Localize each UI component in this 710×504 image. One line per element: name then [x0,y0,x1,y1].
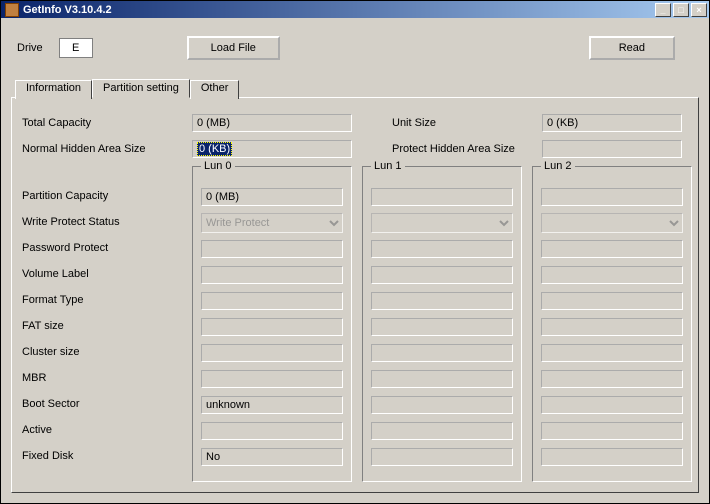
tabstrip: Information Partition setting Other [11,78,699,97]
protect-hidden-label: Protect Hidden Area Size [392,143,542,155]
group-lun1 [362,166,522,482]
tab-partition-setting[interactable]: Partition setting [92,79,190,98]
lun0-partition-capacity: 0 (MB) [201,188,343,206]
group-lun0: 0 (MB) Write Protect unknown No [192,166,352,482]
lun1-cluster-size [371,344,513,362]
drive-input[interactable]: E [59,38,93,58]
normal-hidden-value[interactable]: 0 (KB) [192,140,352,158]
label-active: Active [22,418,192,442]
titlebar: GetInfo V3.10.4.2 _ □ × [1,1,709,18]
tab-panel-partition: Total Capacity 0 (MB) Unit Size 0 (KB) N… [11,97,699,493]
lun1-boot-sector [371,396,513,414]
close-button[interactable]: × [691,3,707,17]
lun1-fixed-disk [371,448,513,466]
total-capacity-value: 0 (MB) [192,114,352,132]
lun0-fat-size [201,318,343,336]
label-mbr: MBR [22,366,192,390]
lun2-format-type [541,292,683,310]
tab-information[interactable]: Information [15,80,92,99]
lun1-mbr [371,370,513,388]
lun1-write-protect[interactable] [371,213,513,233]
lun0-boot-sector: unknown [201,396,343,414]
label-cluster-size: Cluster size [22,340,192,364]
total-capacity-label: Total Capacity [22,117,192,129]
window-title: GetInfo V3.10.4.2 [23,4,655,16]
lun2-password-protect [541,240,683,258]
lun1-format-type [371,292,513,310]
lun0-write-protect[interactable]: Write Protect [201,213,343,233]
app-icon [5,3,19,17]
minimize-button[interactable]: _ [655,3,671,17]
lun2-write-protect[interactable] [541,213,683,233]
group-lun2 [532,166,692,482]
lun2-volume-label [541,266,683,284]
client-area: Drive E Load File Read Information Parti… [1,18,709,503]
lun-matrix: Partition Capacity Write Protect Status … [22,166,688,482]
tab-other[interactable]: Other [190,80,240,99]
lun2-partition-capacity [541,188,683,206]
top-row: Drive E Load File Read [17,36,699,60]
lun1-fat-size [371,318,513,336]
window-buttons: _ □ × [655,3,707,17]
load-file-button[interactable]: Load File [187,36,280,60]
lun2-active [541,422,683,440]
lun0-cluster-size [201,344,343,362]
lun2-fat-size [541,318,683,336]
app-window: GetInfo V3.10.4.2 _ □ × Drive E Load Fil… [0,0,710,504]
label-password-protect: Password Protect [22,236,192,260]
lun2-cluster-size [541,344,683,362]
unit-size-label: Unit Size [392,117,542,129]
lun2-boot-sector [541,396,683,414]
maximize-button[interactable]: □ [673,3,689,17]
label-fixed-disk: Fixed Disk [22,444,192,468]
label-write-protect: Write Protect Status [22,210,192,234]
lun2-mbr [541,370,683,388]
lun1-active [371,422,513,440]
drive-label: Drive [17,42,43,54]
lun1-volume-label [371,266,513,284]
lun0-active [201,422,343,440]
lun0-mbr [201,370,343,388]
protect-hidden-value [542,140,682,158]
label-boot-sector: Boot Sector [22,392,192,416]
unit-size-value: 0 (KB) [542,114,682,132]
label-format-type: Format Type [22,288,192,312]
lun1-partition-capacity [371,188,513,206]
lun0-password-protect [201,240,343,258]
lun0-volume-label [201,266,343,284]
lun0-fixed-disk: No [201,448,343,466]
read-button[interactable]: Read [589,36,675,60]
label-volume-label: Volume Label [22,262,192,286]
lun2-fixed-disk [541,448,683,466]
row-labels: Partition Capacity Write Protect Status … [22,166,192,482]
lun1-password-protect [371,240,513,258]
normal-hidden-label: Normal Hidden Area Size [22,143,192,155]
lun0-format-type [201,292,343,310]
tab-control: Information Partition setting Other Tota… [11,78,699,493]
label-fat-size: FAT size [22,314,192,338]
label-partition-capacity: Partition Capacity [22,184,192,208]
